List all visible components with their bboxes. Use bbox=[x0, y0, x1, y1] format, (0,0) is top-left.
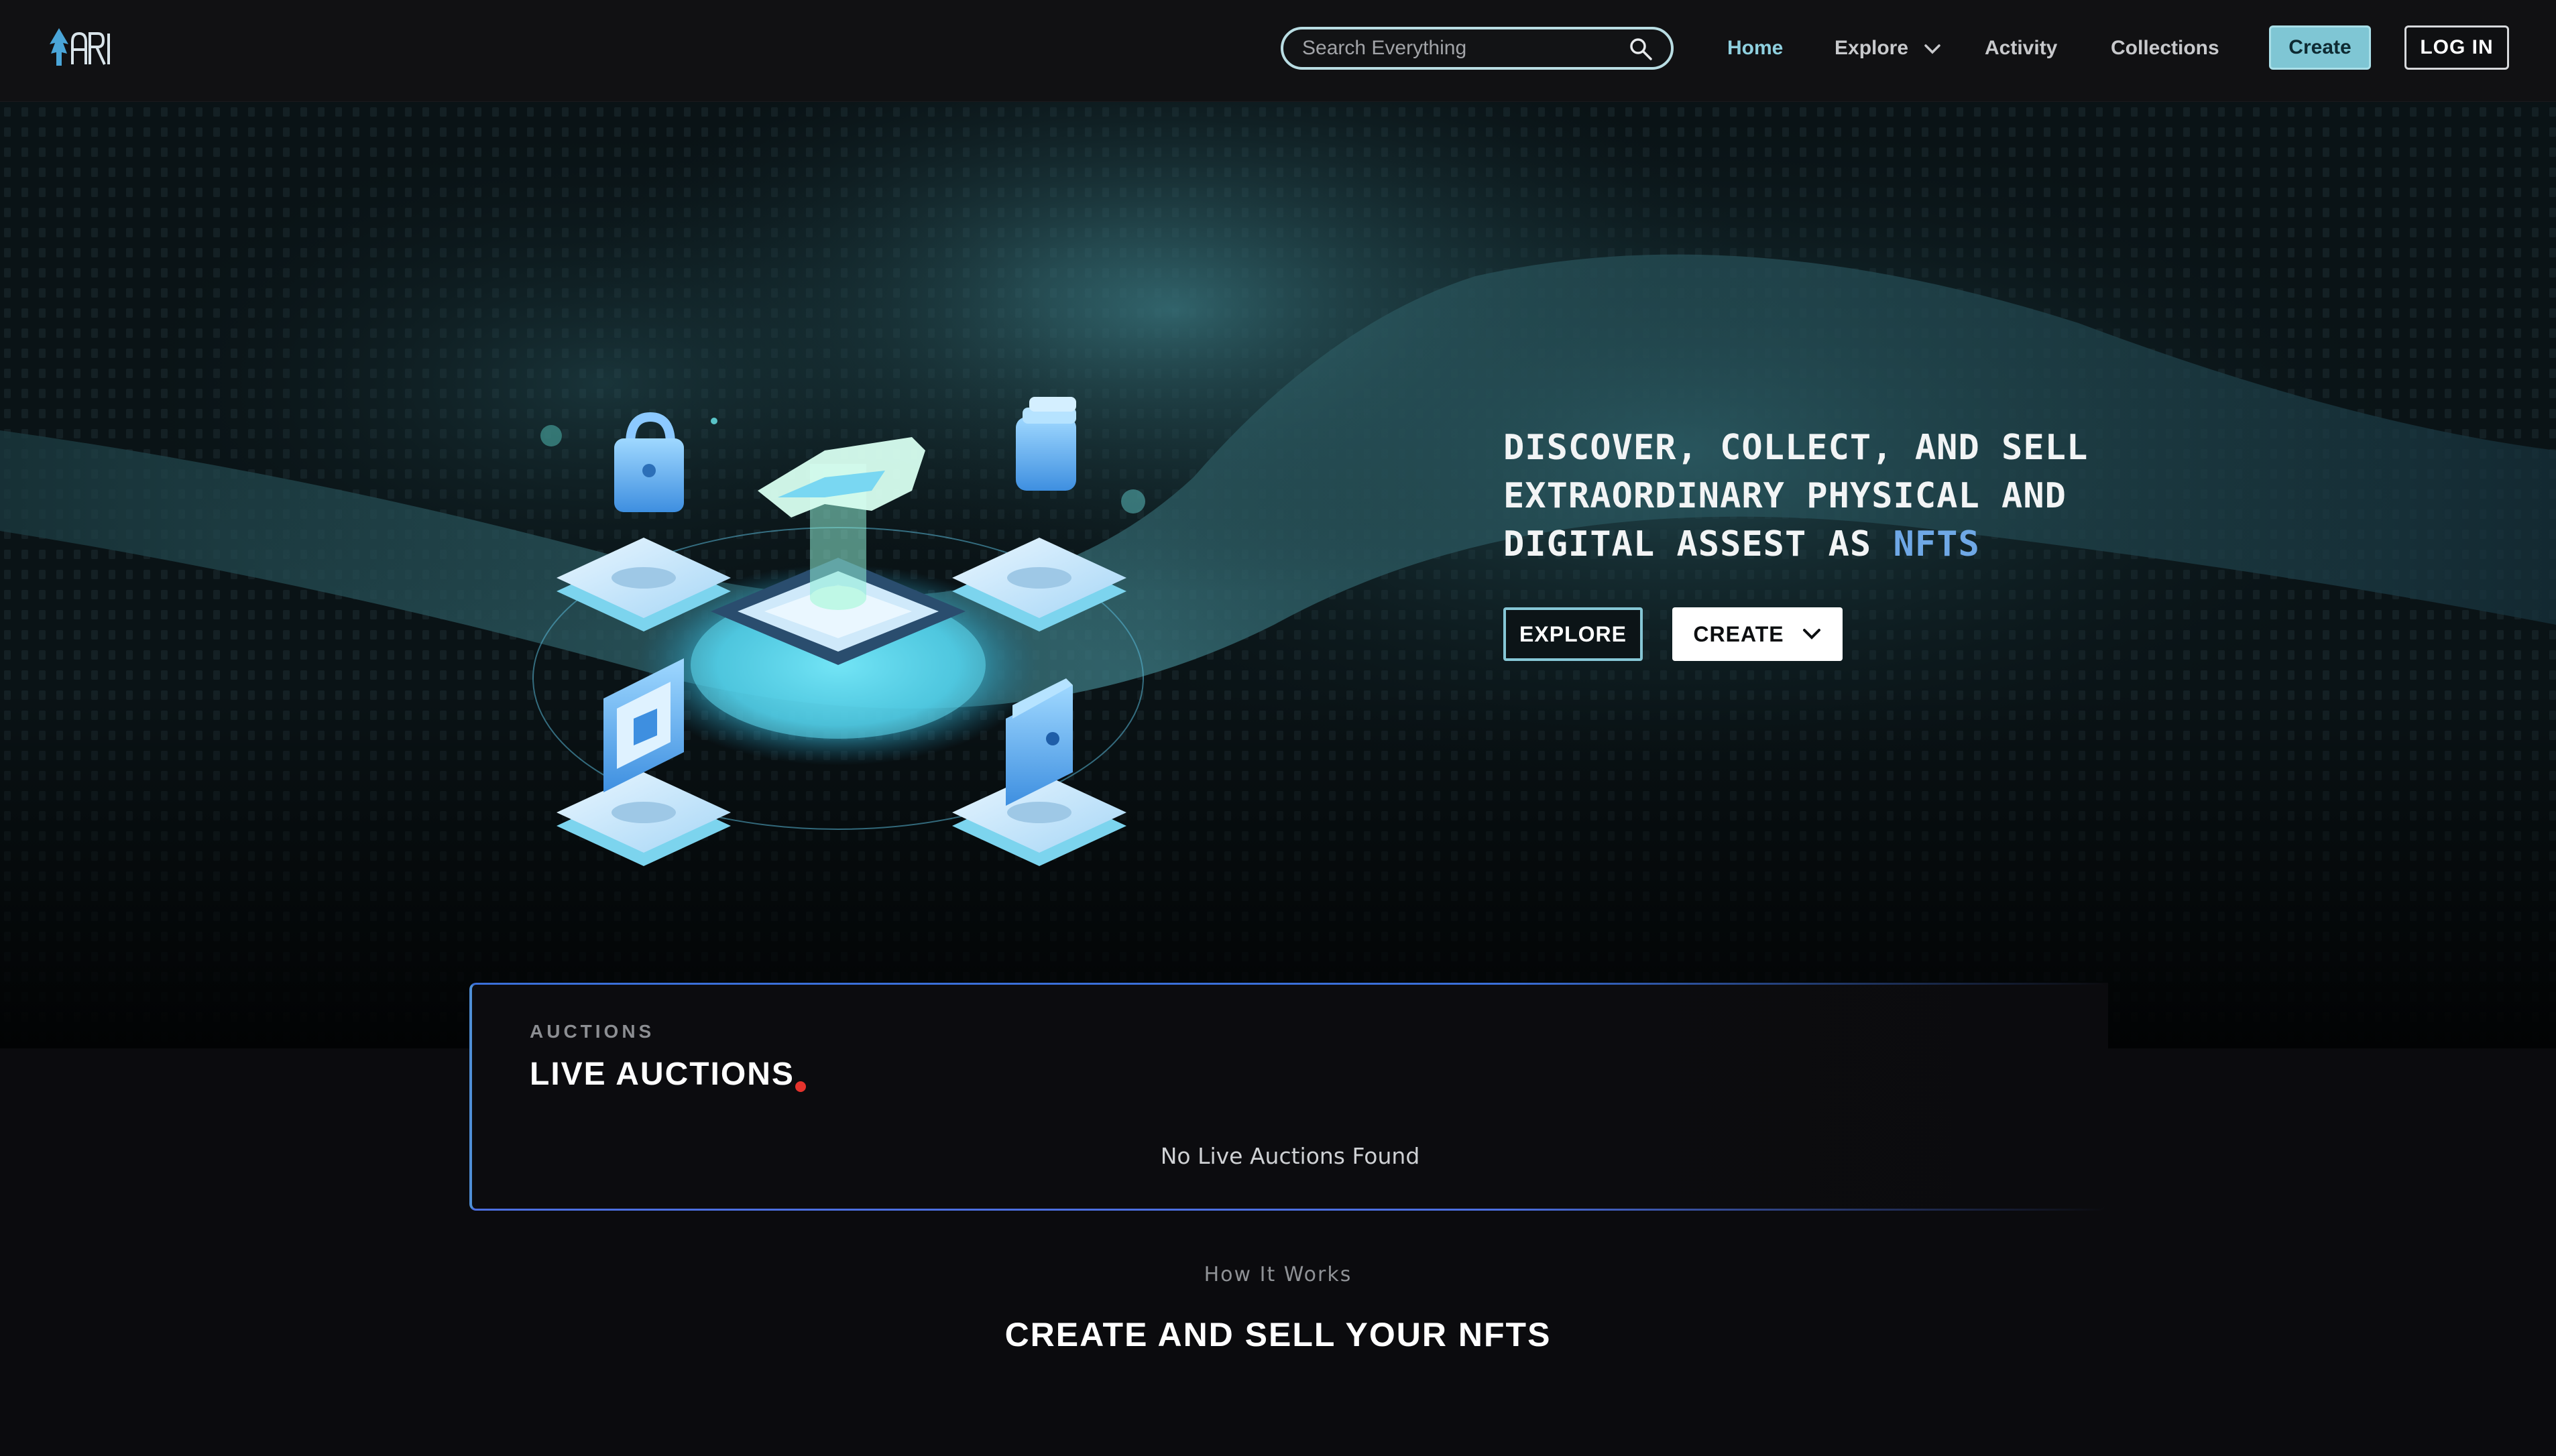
hero-headline-line-3-text: DIGITAL ASSEST AS bbox=[1503, 524, 1894, 564]
nav-activity-link[interactable]: Activity bbox=[1985, 34, 2057, 63]
ari-logo[interactable] bbox=[48, 27, 113, 67]
hero-create-label: CREATE bbox=[1693, 621, 1784, 646]
hero-section: DISCOVER, COLLECT, AND SELL EXTRAORDINAR… bbox=[0, 102, 2556, 1048]
wallet-stack-icon bbox=[1016, 397, 1076, 491]
logo-mark-icon bbox=[50, 28, 110, 66]
how-it-works-eyebrow: How It Works bbox=[1204, 1263, 1352, 1286]
chevron-down-icon bbox=[1924, 44, 1941, 54]
live-indicator-dot bbox=[795, 1081, 806, 1092]
top-navbar: Home Explore Activity Collections Create… bbox=[0, 0, 2556, 102]
hero-background bbox=[0, 102, 2556, 1048]
tile-bottom-left bbox=[557, 772, 731, 866]
hero-headline-line-3: DIGITAL ASSEST AS NFTS bbox=[1503, 520, 2174, 568]
nav-home-link[interactable]: Home bbox=[1727, 34, 1783, 63]
lock-icon bbox=[614, 412, 684, 512]
nft-platform-illustration bbox=[532, 397, 1145, 866]
search-icon[interactable] bbox=[1628, 36, 1653, 62]
nav-explore-label: Explore bbox=[1835, 37, 1909, 59]
search-input[interactable] bbox=[1302, 29, 1624, 67]
hero-headline-line-1: DISCOVER, COLLECT, AND SELL bbox=[1503, 428, 2089, 468]
hero-explore-button[interactable]: EXPLORE bbox=[1503, 607, 1643, 661]
chevron-down-icon bbox=[1802, 629, 1820, 640]
no-auctions-message: No Live Auctions Found bbox=[1160, 1143, 1420, 1169]
how-it-works-title: CREATE AND SELL YOUR NFTS bbox=[1004, 1316, 1552, 1353]
hero-headline: DISCOVER, COLLECT, AND SELL EXTRAORDINAR… bbox=[1503, 424, 2174, 568]
hero-headline-accent: NFTS bbox=[1893, 524, 1980, 564]
hero-create-dropdown-button[interactable]: CREATE bbox=[1672, 607, 1843, 661]
nav-explore-dropdown[interactable]: Explore bbox=[1835, 34, 1942, 63]
create-button[interactable]: Create bbox=[2269, 25, 2371, 70]
media-card-icon bbox=[603, 658, 684, 792]
live-auctions-card: AUCTIONS LIVE AUCTIONS No Live Auctions … bbox=[469, 983, 2108, 1215]
search-bar bbox=[1281, 27, 1674, 70]
live-auctions-title: LIVE AUCTIONS bbox=[530, 1056, 795, 1092]
login-button[interactable]: LOG IN bbox=[2404, 25, 2509, 70]
hero-headline-line-2: EXTRAORDINARY PHYSICAL AND bbox=[1503, 476, 2067, 516]
nav-collections-link[interactable]: Collections bbox=[2111, 34, 2219, 63]
auctions-eyebrow: AUCTIONS bbox=[530, 1021, 655, 1042]
